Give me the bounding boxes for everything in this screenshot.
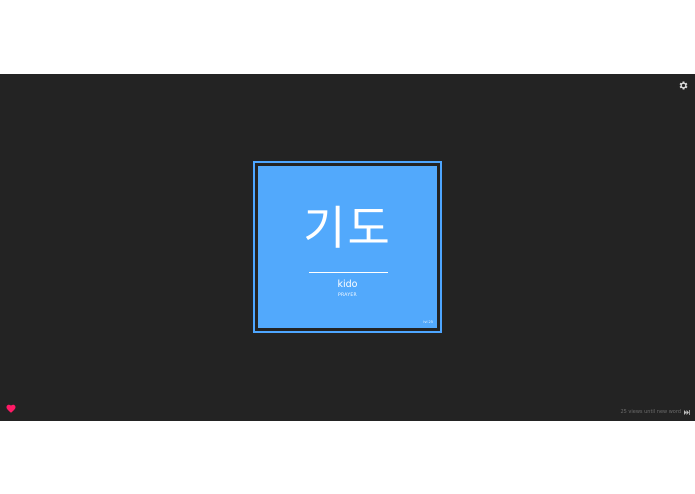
gear-icon[interactable] bbox=[678, 80, 689, 91]
card-divider bbox=[309, 272, 388, 273]
meaning: PRAYER bbox=[338, 293, 357, 298]
romanization: kido bbox=[337, 279, 358, 290]
level-badge: lvl 25 bbox=[423, 320, 433, 324]
heart-icon[interactable] bbox=[6, 404, 16, 413]
skip-forward-icon[interactable] bbox=[684, 409, 690, 415]
word-card[interactable]: 기도 kido PRAYER lvl 25 bbox=[258, 166, 437, 328]
views-until-new-word: 25 views until new word bbox=[620, 409, 681, 415]
footer-status: 25 views until new word bbox=[620, 409, 690, 415]
hangul-word: 기도 bbox=[303, 201, 392, 255]
app-canvas: 기도 kido PRAYER lvl 25 25 views until new… bbox=[0, 74, 695, 421]
word-card-frame: 기도 kido PRAYER lvl 25 bbox=[253, 161, 442, 333]
